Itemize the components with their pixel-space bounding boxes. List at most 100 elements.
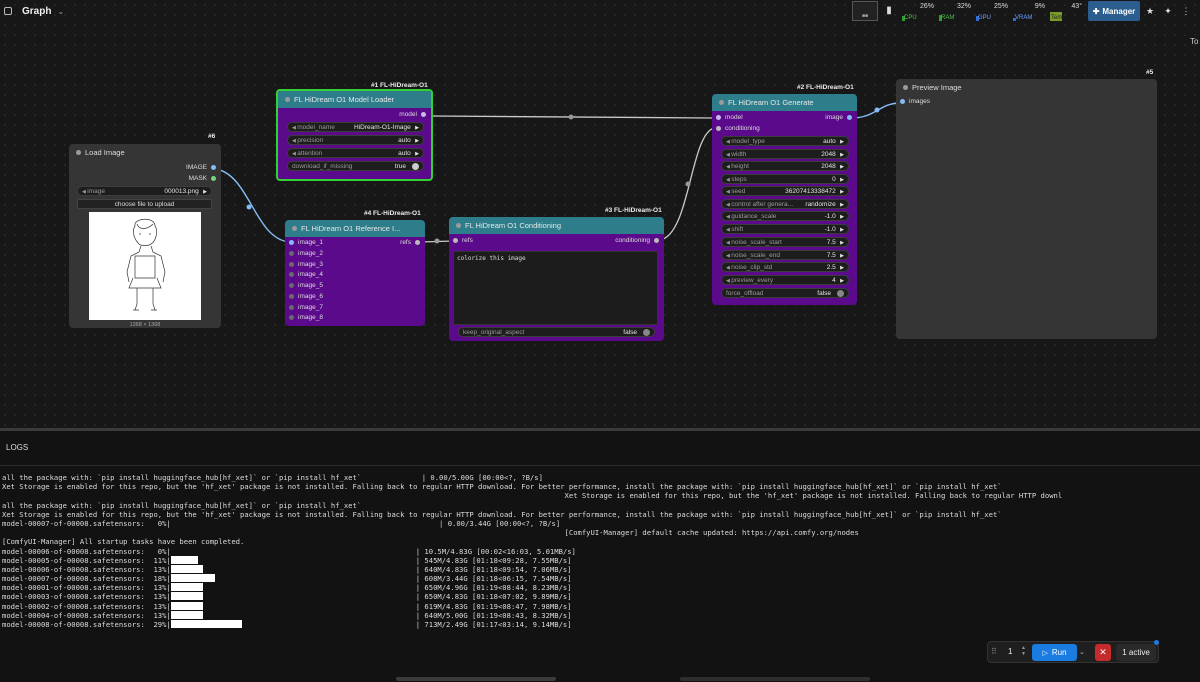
chevron-down-icon[interactable]: ⌄ xyxy=(57,7,64,16)
output-socket[interactable] xyxy=(421,112,426,117)
node-graph-canvas[interactable]: Graph ⌄ ■■ ▮ 26% CPU 32% RAM 25% GPU 9% … xyxy=(0,0,1200,428)
input-model[interactable]: model xyxy=(716,114,743,121)
horizontal-scrollbar-secondary[interactable] xyxy=(680,677,870,681)
input-socket[interactable] xyxy=(289,240,294,245)
toggle-knob-icon[interactable] xyxy=(412,162,419,170)
widget-control-after-generate[interactable]: control after genera... randomize xyxy=(721,199,849,209)
output-socket[interactable] xyxy=(847,115,852,120)
manager-button[interactable]: ✚ Manager xyxy=(1088,1,1140,21)
conditioning-node[interactable]: FL HiDream O1 Conditioning refs conditio… xyxy=(449,217,664,341)
output-image[interactable]: image xyxy=(825,114,852,121)
widget-keep-original-aspect[interactable]: keep_original_aspect false xyxy=(458,327,655,337)
batch-stepper-icon[interactable]: ▲ ▼ xyxy=(1021,645,1026,657)
input-socket[interactable] xyxy=(289,294,294,299)
input-refs[interactable]: refs xyxy=(453,237,473,244)
widget-height[interactable]: height 2048 xyxy=(721,161,849,171)
widget-image[interactable]: image 000013.png xyxy=(77,186,212,196)
output-socket[interactable] xyxy=(211,176,216,181)
queue-active-button[interactable]: 1 active xyxy=(1116,644,1156,661)
input-socket[interactable] xyxy=(289,315,294,320)
input-image-4[interactable]: image_4 xyxy=(289,271,323,278)
collapse-dot-icon[interactable] xyxy=(292,226,297,231)
output-socket[interactable] xyxy=(211,165,216,170)
batch-count[interactable]: 1 xyxy=(1008,647,1012,656)
output-refs[interactable]: refs xyxy=(400,239,420,246)
output-image[interactable]: IMAGE xyxy=(186,164,216,171)
model-loader-header[interactable]: FL HiDream O1 Model Loader xyxy=(278,91,431,108)
input-image-6[interactable]: image_6 xyxy=(289,293,323,300)
choose-file-button[interactable]: choose file to upload xyxy=(77,199,212,209)
widget-download-if-missing[interactable]: download_if_missing true xyxy=(287,161,424,171)
input-image-1[interactable]: image_1 xyxy=(289,239,323,246)
widget-value: 2048 xyxy=(821,163,844,170)
widget-preview-every[interactable]: preview_every 4 xyxy=(721,275,849,285)
output-conditioning[interactable]: conditioning xyxy=(615,237,659,244)
model-loader-node[interactable]: FL HiDream O1 Model Loader model model_n… xyxy=(276,89,433,181)
input-socket[interactable] xyxy=(453,238,458,243)
input-socket[interactable] xyxy=(289,251,294,256)
input-image-2[interactable]: image_2 xyxy=(289,250,323,257)
preview-node[interactable]: Preview Image images xyxy=(896,79,1157,339)
toggle-knob-icon[interactable] xyxy=(837,289,844,297)
output-mask[interactable]: MASK xyxy=(189,175,216,182)
star-icon[interactable]: ★ xyxy=(1143,1,1157,21)
load-image-header[interactable]: Load Image xyxy=(69,144,221,161)
widget-shift[interactable]: shift -1.0 xyxy=(721,224,849,234)
collapse-dot-icon[interactable] xyxy=(903,85,908,90)
widget-guidance-scale[interactable]: guidance_scale -1.0 xyxy=(721,211,849,221)
collapse-dot-icon[interactable] xyxy=(719,100,724,105)
collapse-dot-icon[interactable] xyxy=(285,97,290,102)
toggle-knob-icon[interactable] xyxy=(643,328,650,336)
preview-header[interactable]: Preview Image xyxy=(896,79,1157,96)
output-socket[interactable] xyxy=(415,240,420,245)
horizontal-scrollbar[interactable] xyxy=(396,677,556,681)
generate-header[interactable]: FL HiDream O1 Generate xyxy=(712,94,857,111)
cancel-button[interactable]: ✕ xyxy=(1095,644,1111,661)
run-options-chevron-icon[interactable]: ⌄ xyxy=(1079,648,1085,656)
generate-node[interactable]: FL HiDream O1 Generate model conditionin… xyxy=(712,94,857,305)
sparkle-icon[interactable]: ✦ xyxy=(1161,1,1175,21)
conditioning-header[interactable]: FL HiDream O1 Conditioning xyxy=(449,217,664,234)
input-socket[interactable] xyxy=(289,272,294,277)
widget-model-type[interactable]: model_type auto xyxy=(721,136,849,146)
widget-noise-scale-end[interactable]: noise_scale_end 7.5 xyxy=(721,250,849,260)
widget-attention[interactable]: attention auto xyxy=(287,148,424,158)
graph-tab[interactable]: Graph ⌄ xyxy=(0,0,64,22)
drag-handle-icon[interactable]: ⠿ xyxy=(991,647,997,656)
input-image-7[interactable]: image_7 xyxy=(289,304,323,311)
input-socket[interactable] xyxy=(900,99,905,104)
widget-seed[interactable]: seed 36207413338472 xyxy=(721,186,849,196)
input-socket[interactable] xyxy=(289,305,294,310)
run-button[interactable]: ▷ Run xyxy=(1032,644,1077,661)
crystools-logo-icon[interactable]: ■■ xyxy=(852,1,878,21)
menu-icon[interactable]: ⋮ xyxy=(1179,1,1193,21)
input-image-5[interactable]: image_5 xyxy=(289,282,323,289)
output-socket[interactable] xyxy=(654,238,659,243)
input-socket[interactable] xyxy=(289,283,294,288)
log-line: all the package with: `pip install huggi… xyxy=(2,473,1200,482)
widget-noise-clip-std[interactable]: noise_clip_std 2.5 xyxy=(721,262,849,272)
widget-precision[interactable]: precision auto xyxy=(287,135,424,145)
input-socket[interactable] xyxy=(716,115,721,120)
widget-width[interactable]: width 2048 xyxy=(721,149,849,159)
prompt-textarea[interactable]: colorize this image xyxy=(453,251,658,325)
output-model[interactable]: model xyxy=(399,111,426,118)
input-image-8[interactable]: image_8 xyxy=(289,314,323,321)
input-socket[interactable] xyxy=(716,126,721,131)
reference-node[interactable]: FL HiDream O1 Reference I... refs image_… xyxy=(285,220,425,326)
logs-title[interactable]: LOGS xyxy=(6,443,28,452)
input-conditioning[interactable]: conditioning xyxy=(716,125,760,132)
load-image-node[interactable]: Load Image IMAGE MASK image 000013.png c… xyxy=(69,144,221,328)
reference-header[interactable]: FL HiDream O1 Reference I... xyxy=(285,220,425,237)
log-output[interactable]: all the package with: `pip install huggi… xyxy=(2,473,1200,633)
input-socket[interactable] xyxy=(289,262,294,267)
widget-noise-scale-start[interactable]: noise_scale_start 7.5 xyxy=(721,237,849,247)
input-images[interactable]: images xyxy=(900,98,930,105)
widget-steps[interactable]: steps 0 xyxy=(721,174,849,184)
collapse-dot-icon[interactable] xyxy=(456,223,461,228)
widget-model-name[interactable]: model_name HiDream-O1-Image xyxy=(287,122,424,132)
widget-force-offload[interactable]: force_offload false xyxy=(721,288,849,298)
collapse-dot-icon[interactable] xyxy=(76,150,81,155)
input-image-3[interactable]: image_3 xyxy=(289,261,323,268)
bookmark-icon[interactable]: ▮ xyxy=(878,0,900,20)
